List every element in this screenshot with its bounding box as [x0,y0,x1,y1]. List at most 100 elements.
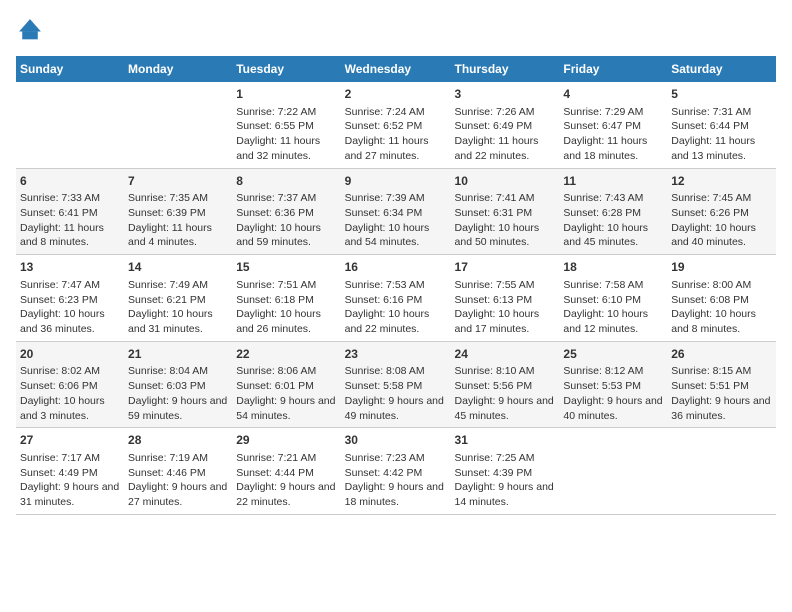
calendar-cell: 14 Sunrise: 7:49 AM Sunset: 6:21 PM Dayli… [124,255,232,342]
calendar-cell: 15 Sunrise: 7:51 AM Sunset: 6:18 PM Dayli… [232,255,340,342]
calendar-header-row: SundayMondayTuesdayWednesdayThursdayFrid… [16,56,776,82]
calendar-cell: 7Sunrise: 7:35 AM Sunset: 6:39 PM Daylig… [124,168,232,255]
day-info: Sunrise: 7:22 AM Sunset: 6:55 PM Dayligh… [236,105,336,164]
day-number: 14 [128,259,228,276]
day-header-monday: Monday [124,56,232,82]
calendar-cell: 20Sunrise: 8:02 AM Sunset: 6:06 PM Dayli… [16,341,124,428]
day-number: 22 [236,346,336,363]
calendar-cell: 9Sunrise: 7:39 AM Sunset: 6:34 PM Daylig… [341,168,451,255]
day-info: Sunrise: 7:35 AM Sunset: 6:39 PM Dayligh… [128,191,228,250]
day-number: 19 [671,259,772,276]
calendar-cell: 21Sunrise: 8:04 AM Sunset: 6:03 PM Dayli… [124,341,232,428]
day-header-sunday: Sunday [16,56,124,82]
day-number: 17 [455,259,556,276]
calendar-cell: 11Sunrise: 7:43 AM Sunset: 6:28 PM Dayli… [559,168,667,255]
day-header-thursday: Thursday [451,56,560,82]
day-info: Sunrise: 7:51 AM Sunset: 6:18 PM Dayligh… [236,278,336,337]
day-number: 23 [345,346,447,363]
calendar-cell: 31Sunrise: 7:25 AM Sunset: 4:39 PM Dayli… [451,428,560,515]
calendar-cell: 28 Sunrise: 7:19 AM Sunset: 4:46 PM Dayli… [124,428,232,515]
day-number: 16 [345,259,447,276]
day-number: 6 [20,173,120,190]
calendar-cell: 16 Sunrise: 7:53 AM Sunset: 6:16 PM Dayli… [341,255,451,342]
day-number: 27 [20,432,120,449]
calendar-week-row: 27 Sunrise: 7:17 AM Sunset: 4:49 PM Dayli… [16,428,776,515]
day-number: 5 [671,86,772,103]
day-info: Sunrise: 7:17 AM Sunset: 4:49 PM Dayligh… [20,451,120,510]
day-number: 26 [671,346,772,363]
day-number: 28 [128,432,228,449]
day-info: Sunrise: 7:23 AM Sunset: 4:42 PM Dayligh… [345,451,447,510]
day-info: Sunrise: 8:10 AM Sunset: 5:56 PM Dayligh… [455,364,556,423]
day-info: Sunrise: 7:41 AM Sunset: 6:31 PM Dayligh… [455,191,556,250]
day-info: Sunrise: 7:24 AM Sunset: 6:52 PM Dayligh… [345,105,447,164]
calendar-cell [124,82,232,168]
day-info: Sunrise: 7:33 AM Sunset: 6:41 PM Dayligh… [20,191,120,250]
day-header-wednesday: Wednesday [341,56,451,82]
day-info: Sunrise: 7:19 AM Sunset: 4:46 PM Dayligh… [128,451,228,510]
day-info: Sunrise: 7:31 AM Sunset: 6:44 PM Dayligh… [671,105,772,164]
day-info: Sunrise: 7:39 AM Sunset: 6:34 PM Dayligh… [345,191,447,250]
day-info: Sunrise: 8:02 AM Sunset: 6:06 PM Dayligh… [20,364,120,423]
calendar-cell: 25Sunrise: 8:12 AM Sunset: 5:53 PM Dayli… [559,341,667,428]
calendar-cell: 8Sunrise: 7:37 AM Sunset: 6:36 PM Daylig… [232,168,340,255]
day-number: 11 [563,173,663,190]
day-number: 18 [563,259,663,276]
day-header-saturday: Saturday [667,56,776,82]
day-number: 21 [128,346,228,363]
calendar-cell: 2 Sunrise: 7:24 AM Sunset: 6:52 PM Daylig… [341,82,451,168]
calendar-cell: 1 Sunrise: 7:22 AM Sunset: 6:55 PM Daylig… [232,82,340,168]
day-number: 31 [455,432,556,449]
calendar-cell [16,82,124,168]
calendar-cell: 29Sunrise: 7:21 AM Sunset: 4:44 PM Dayli… [232,428,340,515]
calendar-cell [667,428,776,515]
day-number: 13 [20,259,120,276]
day-number: 7 [128,173,228,190]
day-number: 4 [563,86,663,103]
calendar-cell: 24Sunrise: 8:10 AM Sunset: 5:56 PM Dayli… [451,341,560,428]
calendar-cell: 3Sunrise: 7:26 AM Sunset: 6:49 PM Daylig… [451,82,560,168]
day-info: Sunrise: 7:45 AM Sunset: 6:26 PM Dayligh… [671,191,772,250]
day-info: Sunrise: 7:37 AM Sunset: 6:36 PM Dayligh… [236,191,336,250]
day-header-friday: Friday [559,56,667,82]
page-header [16,16,776,44]
day-number: 24 [455,346,556,363]
day-number: 10 [455,173,556,190]
calendar-cell: 4 Sunrise: 7:29 AM Sunset: 6:47 PM Daylig… [559,82,667,168]
calendar-cell: 27 Sunrise: 7:17 AM Sunset: 4:49 PM Dayli… [16,428,124,515]
calendar-table: SundayMondayTuesdayWednesdayThursdayFrid… [16,56,776,515]
day-info: Sunrise: 8:00 AM Sunset: 6:08 PM Dayligh… [671,278,772,337]
logo-icon [16,16,44,44]
calendar-cell: 10Sunrise: 7:41 AM Sunset: 6:31 PM Dayli… [451,168,560,255]
day-info: Sunrise: 7:21 AM Sunset: 4:44 PM Dayligh… [236,451,336,510]
calendar-cell: 17 Sunrise: 7:55 AM Sunset: 6:13 PM Dayli… [451,255,560,342]
day-number: 8 [236,173,336,190]
calendar-cell: 23Sunrise: 8:08 AM Sunset: 5:58 PM Dayli… [341,341,451,428]
calendar-cell: 6Sunrise: 7:33 AM Sunset: 6:41 PM Daylig… [16,168,124,255]
calendar-cell: 13 Sunrise: 7:47 AM Sunset: 6:23 PM Dayli… [16,255,124,342]
day-number: 12 [671,173,772,190]
day-info: Sunrise: 8:12 AM Sunset: 5:53 PM Dayligh… [563,364,663,423]
day-number: 2 [345,86,447,103]
day-info: Sunrise: 7:26 AM Sunset: 6:49 PM Dayligh… [455,105,556,164]
calendar-cell: 12Sunrise: 7:45 AM Sunset: 6:26 PM Dayli… [667,168,776,255]
calendar-cell: 5 Sunrise: 7:31 AM Sunset: 6:44 PM Daylig… [667,82,776,168]
day-info: Sunrise: 7:49 AM Sunset: 6:21 PM Dayligh… [128,278,228,337]
day-number: 25 [563,346,663,363]
day-info: Sunrise: 7:29 AM Sunset: 6:47 PM Dayligh… [563,105,663,164]
day-number: 20 [20,346,120,363]
logo [16,16,48,44]
calendar-week-row: 1 Sunrise: 7:22 AM Sunset: 6:55 PM Daylig… [16,82,776,168]
calendar-cell: 18Sunrise: 7:58 AM Sunset: 6:10 PM Dayli… [559,255,667,342]
calendar-cell: 19 Sunrise: 8:00 AM Sunset: 6:08 PM Dayli… [667,255,776,342]
day-number: 9 [345,173,447,190]
day-info: Sunrise: 8:06 AM Sunset: 6:01 PM Dayligh… [236,364,336,423]
calendar-cell: 26Sunrise: 8:15 AM Sunset: 5:51 PM Dayli… [667,341,776,428]
day-number: 15 [236,259,336,276]
day-number: 1 [236,86,336,103]
day-number: 30 [345,432,447,449]
day-info: Sunrise: 7:55 AM Sunset: 6:13 PM Dayligh… [455,278,556,337]
day-info: Sunrise: 7:53 AM Sunset: 6:16 PM Dayligh… [345,278,447,337]
day-info: Sunrise: 7:47 AM Sunset: 6:23 PM Dayligh… [20,278,120,337]
calendar-cell: 22Sunrise: 8:06 AM Sunset: 6:01 PM Dayli… [232,341,340,428]
